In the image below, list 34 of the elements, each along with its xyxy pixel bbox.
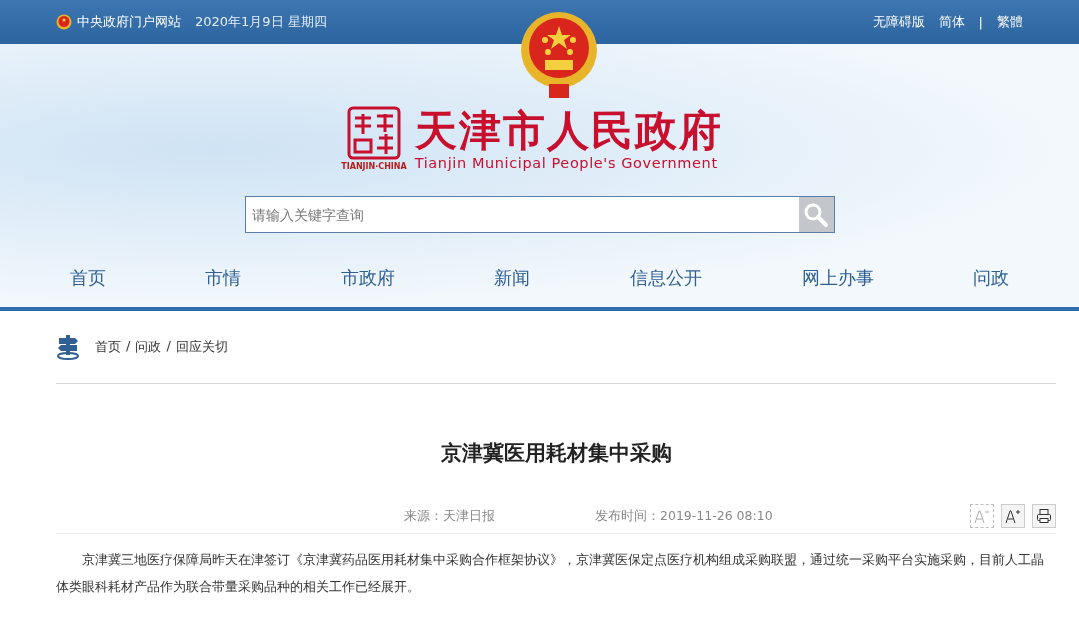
signpost-icon — [56, 334, 80, 360]
site-subtitle: Tianjin Municipal People's Government — [414, 155, 719, 171]
breadcrumb-separator: / — [166, 338, 171, 355]
print-button[interactable] — [1032, 504, 1056, 528]
nav-link[interactable]: 问政 — [973, 266, 1010, 290]
seal-caption: TIANJIN·CHINA — [341, 162, 407, 171]
font-increase-button[interactable] — [1001, 504, 1025, 528]
font-larger-icon — [1005, 508, 1021, 524]
nav-link[interactable]: 市情 — [205, 266, 242, 290]
top-link[interactable]: 无障碍版 — [872, 13, 925, 31]
site-link[interactable]: 中央政府门户网站 — [56, 13, 181, 31]
publish-time: 发布时间：2019-11-26 08:10 — [595, 507, 774, 525]
top-link[interactable]: 繁體 — [997, 13, 1023, 31]
printer-icon — [1036, 508, 1052, 524]
article-source: 来源：天津日报 — [404, 507, 495, 525]
breadcrumb-separator: / — [126, 338, 131, 355]
nav-link[interactable]: 市政府 — [340, 266, 395, 290]
breadcrumb-link[interactable]: 问政 — [135, 338, 162, 356]
emblem-icon — [56, 14, 72, 30]
breadcrumb-link[interactable]: 回应关切 — [175, 338, 228, 356]
font-smaller-icon — [974, 508, 990, 524]
seal-icon — [347, 106, 401, 160]
article-title: 京津冀医用耗材集中采购 — [439, 440, 673, 467]
nav-link[interactable]: 新闻 — [494, 266, 531, 290]
article-paragraph: 京津冀三地医疗保障局昨天在津签订《京津冀药品医用耗材集中采购合作框架协议》，京津冀医保定点医疗机构组成采购联盟，通过统一采购平台实施采购，目前人工晶体类眼科耗材产品作为联合带量采购品种的相关工作已经展开。 — [56, 551, 1045, 596]
date-text: 2020年1月9日 星期四 — [195, 13, 327, 31]
national-emblem-icon — [519, 10, 599, 100]
nav-link[interactable]: 网上办事 — [801, 266, 874, 290]
breadcrumb-link[interactable]: 首页 — [95, 338, 121, 356]
nav-link[interactable]: 信息公开 — [630, 266, 703, 290]
nav-link[interactable]: 首页 — [69, 266, 106, 290]
link-separator: | — [978, 14, 983, 30]
top-link[interactable]: 简体 — [938, 13, 965, 31]
site-title: 天津市人民政府 — [414, 107, 723, 155]
